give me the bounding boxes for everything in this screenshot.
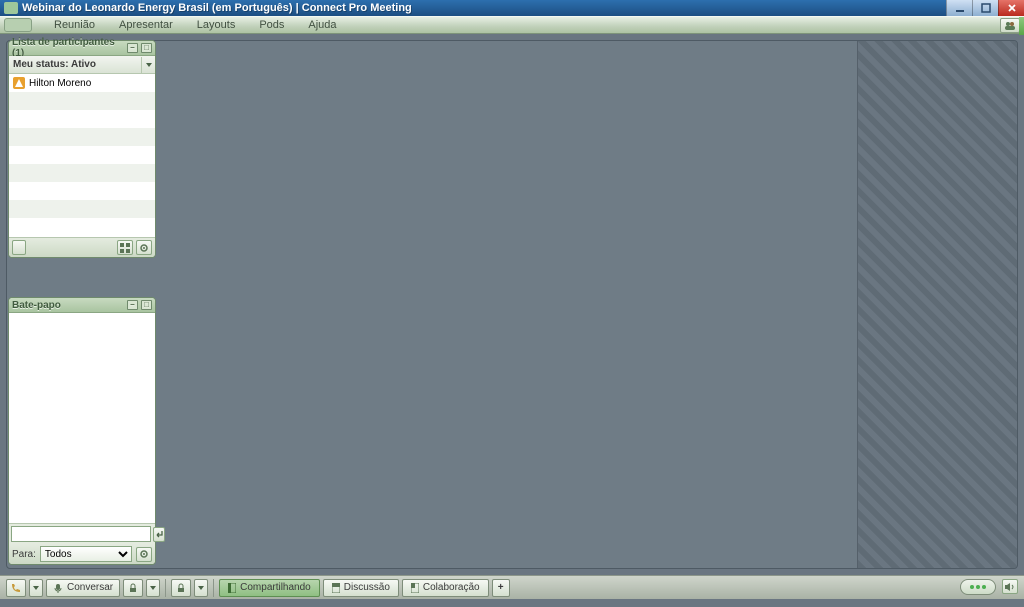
participants-list[interactable]: Hilton Moreno <box>9 74 155 237</box>
my-status-label: Meu status: Ativo <box>13 59 96 70</box>
chat-send-button[interactable] <box>153 527 165 542</box>
voice-dropdown[interactable] <box>29 579 43 597</box>
volume-button[interactable] <box>1002 579 1018 594</box>
people-icon <box>1004 21 1016 31</box>
participant-role-button[interactable] <box>12 240 26 255</box>
menu-bar: Reunião Apresentar Layouts Pods Ajuda <box>0 16 1024 34</box>
participant-row-empty <box>9 128 155 146</box>
status-dot-green <box>982 585 986 589</box>
chat-pod: Bate-papo – □ Para: Todos <box>8 297 156 565</box>
connection-indicator[interactable] <box>960 579 996 595</box>
window-maximize-button[interactable] <box>972 0 998 16</box>
layout-label: Colaboração <box>423 582 480 593</box>
grid-icon <box>120 243 130 253</box>
window-minimize-button[interactable] <box>946 0 972 16</box>
gear-icon <box>139 243 149 253</box>
return-icon <box>154 530 164 539</box>
chevron-down-icon <box>150 586 156 590</box>
separator <box>213 579 214 597</box>
layout-label: Discussão <box>344 582 390 593</box>
talk-button-label: Conversar <box>67 582 113 593</box>
chat-to-select[interactable]: Todos <box>40 546 132 562</box>
chat-to-row: Para: Todos <box>9 544 155 564</box>
microphone-icon <box>53 583 63 593</box>
chat-to-label: Para: <box>12 549 36 560</box>
participant-row-empty <box>9 110 155 128</box>
pod-maximize-button[interactable]: □ <box>141 300 152 310</box>
voice-button[interactable] <box>6 579 26 597</box>
chat-messages-area[interactable] <box>9 313 155 524</box>
participant-name: Hilton Moreno <box>29 78 91 89</box>
window-close-button[interactable] <box>998 0 1024 16</box>
participant-view-button[interactable] <box>117 240 133 255</box>
layout-sharing-button[interactable]: Compartilhando <box>219 579 320 597</box>
layout-label: Compartilhando <box>240 582 311 593</box>
speaker-icon <box>1004 582 1016 592</box>
chat-input-row <box>9 524 155 544</box>
layout-icon <box>411 583 419 593</box>
share-stage[interactable] <box>6 40 1018 569</box>
connection-status-button[interactable] <box>1000 18 1020 33</box>
layout-discussion-button[interactable]: Discussão <box>323 579 399 597</box>
chevron-down-icon <box>146 63 152 67</box>
share-lock-button[interactable] <box>171 579 191 597</box>
participant-row-empty <box>9 200 155 218</box>
menu-ajuda[interactable]: Ajuda <box>296 19 348 31</box>
chat-pod-titlebar[interactable]: Bate-papo – □ <box>9 298 155 313</box>
menu-apresentar[interactable]: Apresentar <box>107 19 185 31</box>
window-titlebar: Webinar do Leonardo Energy Brasil (em Po… <box>0 0 1024 16</box>
chat-pod-title: Bate-papo <box>12 300 61 311</box>
chevron-down-icon <box>198 586 204 590</box>
product-logo <box>4 18 32 32</box>
phone-icon <box>10 582 22 594</box>
participants-pod-titlebar[interactable]: Lista de participantes (1) – □ <box>9 41 155 56</box>
bandwidth-indicator <box>1019 17 1024 35</box>
gear-icon <box>139 549 149 559</box>
separator <box>165 579 166 597</box>
lock-icon <box>128 583 138 593</box>
participant-row-empty <box>9 146 155 164</box>
talk-dropdown[interactable] <box>146 579 160 597</box>
pod-options-button[interactable] <box>136 240 152 255</box>
status-dot-green <box>970 585 974 589</box>
status-dot-green <box>976 585 980 589</box>
chevron-down-icon <box>33 586 39 590</box>
participants-pod: Lista de participantes (1) – □ Meu statu… <box>8 40 156 258</box>
add-layout-button[interactable]: + <box>492 579 510 597</box>
talk-lock-button[interactable] <box>123 579 143 597</box>
chat-input[interactable] <box>11 526 151 542</box>
participant-row-empty <box>9 92 155 110</box>
app-icon <box>4 2 18 14</box>
participant-row-empty <box>9 164 155 182</box>
share-dropdown[interactable] <box>194 579 208 597</box>
participant-row-empty <box>9 182 155 200</box>
window-title: Webinar do Leonardo Energy Brasil (em Po… <box>22 2 946 14</box>
participant-row-empty <box>9 218 155 236</box>
chat-options-button[interactable] <box>136 547 152 562</box>
pod-minimize-button[interactable]: – <box>127 300 138 310</box>
layout-icon <box>228 583 236 593</box>
lock-icon <box>176 583 186 593</box>
bottom-toolbar: Conversar Compartilhando Discussão Colab… <box>0 575 1024 599</box>
workspace: Lista de participantes (1) – □ Meu statu… <box>0 34 1024 575</box>
participant-row[interactable]: Hilton Moreno <box>9 74 155 92</box>
participants-pod-footer <box>9 237 155 257</box>
offstage-area <box>857 41 1017 568</box>
layout-collaboration-button[interactable]: Colaboração <box>402 579 489 597</box>
menu-reuniao[interactable]: Reunião <box>42 19 107 31</box>
talk-button[interactable]: Conversar <box>46 579 120 597</box>
menu-layouts[interactable]: Layouts <box>185 19 248 31</box>
menu-pods[interactable]: Pods <box>247 19 296 31</box>
pod-minimize-button[interactable]: – <box>127 43 138 53</box>
my-status-row: Meu status: Ativo <box>9 56 155 74</box>
window-buttons <box>946 0 1024 16</box>
pod-maximize-button[interactable]: □ <box>141 43 152 53</box>
my-status-dropdown[interactable] <box>141 57 155 73</box>
layout-icon <box>332 583 340 593</box>
host-icon <box>13 77 25 89</box>
